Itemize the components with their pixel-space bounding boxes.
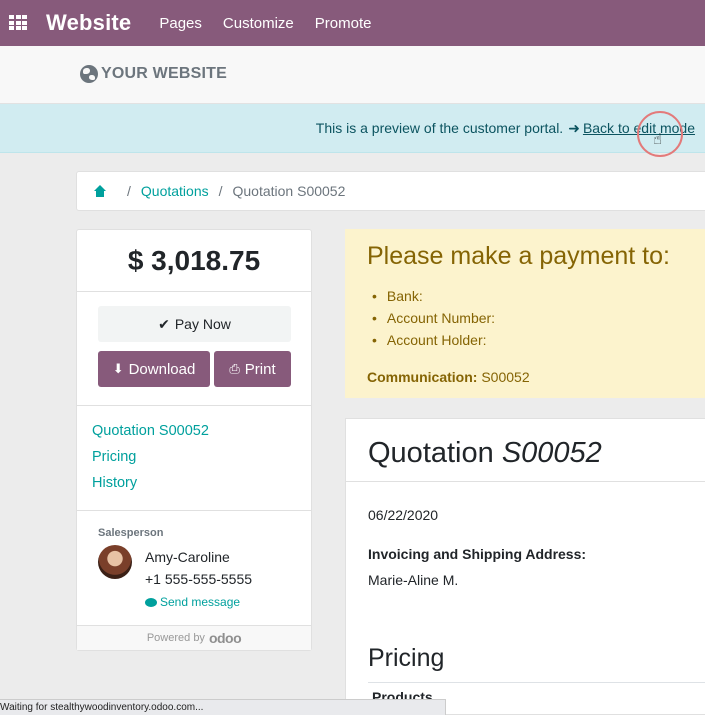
payment-communication: Communication: S00052 bbox=[367, 369, 530, 385]
payment-instructions: Please make a payment to: Bank: Account … bbox=[345, 229, 705, 398]
nav-item-pages[interactable]: Pages bbox=[159, 15, 202, 32]
top-nav-menu: Pages Customize Promote bbox=[159, 15, 392, 32]
preview-message: This is a preview of the customer portal… bbox=[315, 120, 564, 136]
preview-banner: This is a preview of the customer portal… bbox=[0, 104, 705, 153]
quotation-number: S00052 bbox=[501, 437, 602, 469]
sidebar-link-pricing[interactable]: Pricing bbox=[92, 449, 136, 465]
top-navbar: Website Pages Customize Promote bbox=[0, 0, 705, 46]
odoo-logo[interactable]: odoo bbox=[208, 630, 242, 646]
breadcrumb-separator: / bbox=[127, 183, 131, 199]
payment-details-list: Bank: Account Number: Account Holder: bbox=[387, 285, 495, 351]
powered-by-text: Powered by bbox=[146, 632, 205, 644]
nav-item-promote[interactable]: Promote bbox=[315, 15, 372, 32]
apps-grid-icon[interactable] bbox=[9, 15, 27, 31]
communication-label: Communication: bbox=[367, 369, 478, 385]
customer-name[interactable]: Marie-Aline M. bbox=[368, 572, 458, 588]
breadcrumb-current: Quotation S00052 bbox=[232, 183, 346, 199]
arrow-right-icon: ➜ bbox=[568, 119, 580, 136]
payment-title: Please make a payment to: bbox=[367, 242, 670, 270]
sidebar-link-history[interactable]: History bbox=[92, 475, 137, 491]
salesperson-avatar bbox=[98, 545, 132, 579]
download-button[interactable]: ⬇ Download bbox=[98, 351, 210, 387]
download-label: Download bbox=[128, 360, 196, 378]
salesperson-phone: +1 555-555-5555 bbox=[145, 571, 253, 587]
salesperson-name: Amy-Caroline bbox=[145, 549, 230, 565]
salesperson-label: Salesperson bbox=[98, 527, 164, 539]
check-icon: ✔ bbox=[158, 315, 170, 332]
home-icon[interactable] bbox=[93, 185, 107, 197]
app-brand[interactable]: Website bbox=[46, 10, 131, 36]
powered-by-footer: Powered by odoo bbox=[77, 625, 311, 650]
breadcrumb: / Quotations / Quotation S00052 bbox=[76, 171, 705, 211]
quotation-title: Quotation S00052 bbox=[368, 437, 602, 470]
chat-icon bbox=[145, 597, 157, 607]
globe-icon bbox=[80, 65, 98, 83]
odoo-logo-o: o bbox=[208, 630, 218, 646]
total-amount: $ 3,018.75 bbox=[77, 230, 311, 292]
print-button[interactable]: ⎙ Print bbox=[214, 351, 291, 387]
quotation-header: Quotation S00052 bbox=[346, 419, 705, 482]
payment-account-number: Account Number: bbox=[387, 307, 495, 329]
nav-item-customize[interactable]: Customize bbox=[223, 15, 294, 32]
odoo-logo-rest: doo bbox=[217, 630, 242, 646]
quotation-title-prefix: Quotation bbox=[368, 437, 494, 469]
payment-account-holder: Account Holder: bbox=[387, 329, 495, 351]
breadcrumb-separator: / bbox=[218, 183, 223, 199]
logo-text: YOUR WEBSITE bbox=[101, 65, 227, 82]
download-icon: ⬇ bbox=[112, 361, 124, 376]
divider bbox=[77, 405, 311, 406]
pricing-heading: Pricing bbox=[368, 644, 445, 672]
divider bbox=[77, 510, 311, 511]
website-logo[interactable]: YOUR WEBSITE bbox=[80, 65, 227, 83]
address-label: Invoicing and Shipping Address: bbox=[368, 546, 587, 562]
hand-cursor-icon: ☝ bbox=[653, 131, 663, 148]
sidebar-link-quotation[interactable]: Quotation S00052 bbox=[92, 423, 209, 439]
print-icon: ⎙ bbox=[229, 361, 240, 376]
payment-bank: Bank: bbox=[387, 285, 495, 307]
communication-value: S00052 bbox=[481, 369, 530, 385]
breadcrumb-quotations[interactable]: Quotations bbox=[141, 183, 209, 199]
quotation-document: Quotation S00052 06/22/2020 Invoicing an… bbox=[345, 418, 705, 715]
quotation-date: 06/22/2020 bbox=[368, 507, 439, 523]
print-label: Print bbox=[244, 360, 276, 378]
send-message-label: Send message bbox=[160, 595, 241, 609]
portal-sidebar: $ 3,018.75 ✔ Pay Now ⬇ Download ⎙ Print … bbox=[76, 229, 312, 651]
pay-now-label: Pay Now bbox=[174, 316, 231, 332]
send-message-link[interactable]: Send message bbox=[145, 595, 240, 609]
website-header: YOUR WEBSITE bbox=[0, 46, 705, 104]
browser-status-bar: Waiting for stealthywoodinventory.odoo.c… bbox=[0, 699, 446, 715]
pay-now-button[interactable]: ✔ Pay Now bbox=[98, 306, 291, 342]
